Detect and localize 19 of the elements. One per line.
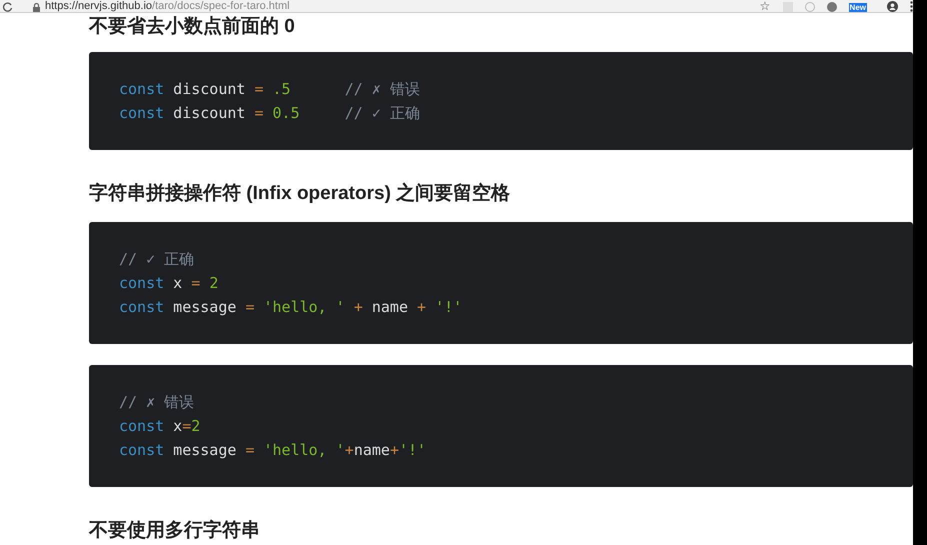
code-line: const discount = .5 // ✗ 错误 — [119, 79, 420, 100]
star-icon[interactable]: ☆ — [760, 1, 771, 12]
code-line: // ✓ 正确 — [119, 249, 194, 270]
extension-icon[interactable] — [826, 2, 837, 12]
code-line: const x = 2 — [119, 273, 218, 294]
lock-icon — [33, 3, 40, 12]
code-line: const x=2 — [119, 416, 200, 437]
code-line: // ✗ 错误 — [119, 392, 194, 413]
code-line: const message = 'hello, ' + name + '!' — [119, 297, 462, 318]
url-text: https://nervjs.github.io/taro/docs/spec-for-taro.html — [45, 1, 290, 12]
code-line: const discount = 0.5 // ✓ 正确 — [119, 103, 420, 124]
profile-icon[interactable] — [887, 1, 898, 12]
section-heading: 不要使用多行字符串 — [89, 519, 261, 543]
new-badge[interactable]: New — [848, 3, 867, 12]
menu-icon[interactable] — [910, 1, 913, 12]
code-line: const message = 'hello, '+name+'!' — [119, 440, 426, 461]
section-heading: 字符串拼接操作符 (Infix operators) 之间要留空格 — [89, 182, 512, 206]
reload-icon[interactable] — [3, 2, 13, 12]
section-heading: 不要省去小数点前面的 0 — [89, 15, 296, 39]
